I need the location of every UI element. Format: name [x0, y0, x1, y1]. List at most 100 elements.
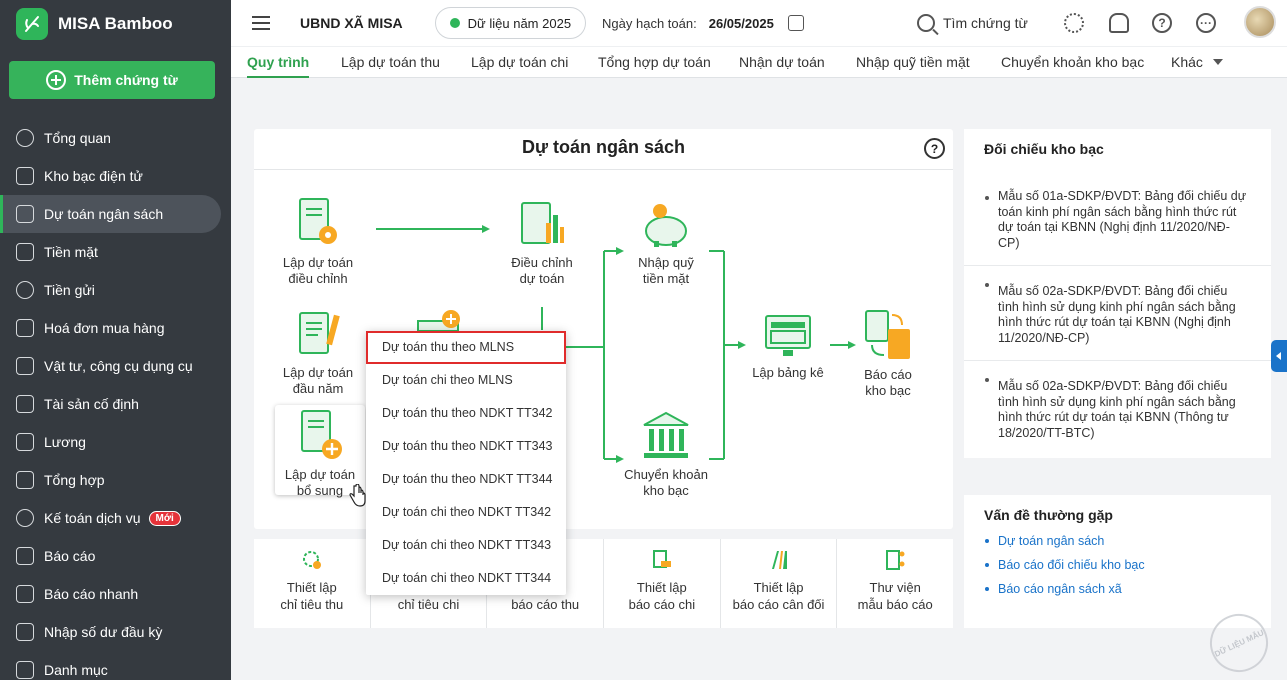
- add-voucher-label: Thêm chứng từ: [74, 72, 178, 88]
- menu-item-revenue-tt344[interactable]: Dự toán thu theo NDKT TT344: [366, 463, 566, 496]
- search-vouchers[interactable]: Tìm chứng từ: [917, 14, 1028, 32]
- invoice-icon: [16, 319, 34, 337]
- sidebar-item-salary[interactable]: Lương: [0, 423, 231, 461]
- sidebar-item-overview[interactable]: Tổng quan: [0, 119, 231, 157]
- node-cash-deposit[interactable]: Nhập quỹ tiền mặt: [626, 201, 706, 287]
- notification-bell-icon[interactable]: [1109, 13, 1129, 33]
- reconcile-item[interactable]: Mẫu số 01a-SDKP/ĐVDT: Bảng đối chiếu dự …: [964, 179, 1271, 265]
- node-label: điều chỉnh: [288, 271, 348, 286]
- document-chart-icon: [521, 202, 564, 244]
- deposit-icon: [16, 281, 34, 299]
- sidebar-item-budget[interactable]: Dự toán ngân sách: [0, 195, 221, 233]
- sidebar-item-fixed-assets[interactable]: Tài sản cố định: [0, 385, 231, 423]
- node-label: Lập dự toán: [282, 365, 354, 380]
- faq-link[interactable]: Dự toán ngân sách: [964, 529, 1271, 553]
- sidebar: MISA Bamboo Thêm chứng từ Tổng quan Kho …: [0, 0, 231, 680]
- node-supplementary-estimate[interactable]: Lập dự toán bổ sung: [275, 405, 365, 498]
- catalog-icon: [16, 661, 34, 679]
- cash-icon: [16, 243, 34, 261]
- report-icon: [16, 547, 34, 565]
- menu-item-expense-tt344[interactable]: Dự toán chi theo NDKT TT344: [366, 562, 566, 595]
- node-adjustment[interactable]: Điều chỉnh dự toán: [502, 199, 582, 287]
- opening-balance-icon: [16, 623, 34, 641]
- faq-link[interactable]: Báo cáo ngân sách xã: [964, 577, 1271, 601]
- reconcile-item[interactable]: Mẫu số 02a-SDKP/ĐVDT: Bảng đối chiếu tìn…: [964, 266, 1271, 360]
- sidebar-item-catalog[interactable]: Danh mục: [0, 651, 231, 680]
- menu-item-expense-tt343[interactable]: Dự toán chi theo NDKT TT343: [366, 529, 566, 562]
- menu-icon[interactable]: [252, 16, 270, 30]
- budget-icon: [16, 205, 34, 223]
- setup-revenue-indicators[interactable]: Thiết lập chỉ tiêu thu: [254, 539, 371, 628]
- spreadsheet-monitor-icon: [765, 315, 811, 356]
- sidebar-item-reports[interactable]: Báo cáo: [0, 537, 231, 575]
- node-adjust-estimate[interactable]: Lập dự toán điều chỉnh: [278, 197, 358, 287]
- posting-date-label: Ngày hạch toán:: [602, 15, 697, 31]
- faq-card: Vấn đề thường gặp Dự toán ngân sách Báo …: [964, 495, 1271, 628]
- faq-link[interactable]: Báo cáo đối chiếu kho bạc: [964, 553, 1271, 577]
- node-label: Nhập quỹ: [638, 255, 694, 270]
- budget-process-panel: Dự toán ngân sách ? Lập dự toán điều chỉ…: [254, 129, 953, 529]
- data-year-label: Dữ liệu năm 2025: [467, 15, 572, 31]
- sidebar-item-supplies[interactable]: Vật tư, công cụ dụng cụ: [0, 347, 231, 385]
- service-icon: [16, 509, 34, 527]
- sidebar-item-service-accounting[interactable]: Kế toán dịch vụ Mới: [0, 499, 231, 537]
- sidebar-item-cash[interactable]: Tiền mặt: [0, 233, 231, 271]
- module-tabs: Quy trình Lập dự toán thu Lập dự toán ch…: [231, 46, 1287, 78]
- sidebar-item-purchase-invoice[interactable]: Hoá đơn mua hàng: [0, 309, 231, 347]
- search-label: Tìm chứng từ: [943, 15, 1028, 31]
- document-gear-icon: [299, 198, 337, 244]
- menu-item-expense-mlns[interactable]: Dự toán chi theo MLNS: [366, 364, 566, 397]
- node-listing[interactable]: Lập bảng kê: [746, 313, 830, 381]
- report-template-library[interactable]: Thư viện mẫu báo cáo: [837, 539, 953, 628]
- node-label: kho bạc: [865, 383, 911, 398]
- node-annual-estimate[interactable]: Lập dự toán đầu năm: [278, 309, 358, 397]
- menu-item-revenue-mlns[interactable]: Dự toán thu theo MLNS: [366, 331, 566, 364]
- user-avatar[interactable]: [1244, 6, 1276, 38]
- menu-item-expense-tt342[interactable]: Dự toán chi theo NDKT TT342: [366, 496, 566, 529]
- settings-gear-icon[interactable]: [1064, 13, 1084, 33]
- brand[interactable]: MISA Bamboo: [0, 0, 231, 48]
- node-label: Điều chỉnh: [511, 255, 573, 270]
- status-dot-icon: [449, 18, 460, 28]
- sidebar-item-quick-reports[interactable]: Báo cáo nhanh: [0, 575, 231, 613]
- tab-treasury-transfer[interactable]: Chuyển khoản kho bạc: [1001, 47, 1144, 78]
- reconcile-item[interactable]: Mẫu số 02a-SDKP/ĐVDT: Bảng đối chiếu tìn…: [964, 361, 1271, 455]
- top-bar: UBND XÃ MISA Dữ liệu năm 2025 Ngày hạch …: [231, 0, 1287, 46]
- menu-item-revenue-tt343[interactable]: Dự toán thu theo NDKT TT343: [366, 430, 566, 463]
- more-options-icon[interactable]: ···: [1196, 13, 1216, 33]
- tab-other[interactable]: Khác: [1171, 47, 1203, 78]
- node-label: dự toán: [519, 271, 565, 286]
- reconcile-title: Đối chiếu kho bạc: [984, 141, 1104, 157]
- node-estimate-partial-icon[interactable]: [414, 309, 464, 331]
- help-icon[interactable]: ?: [1152, 13, 1172, 33]
- sidebar-item-general[interactable]: Tổng hợp: [0, 461, 231, 499]
- tab-revenue-estimate[interactable]: Lập dự toán thu: [341, 47, 440, 78]
- add-voucher-button[interactable]: Thêm chứng từ: [9, 61, 215, 99]
- data-year-selector[interactable]: Dữ liệu năm 2025: [434, 7, 587, 39]
- setup-balance-report[interactable]: Thiết lập báo cáo cân đối: [721, 539, 838, 628]
- node-treasury-transfer[interactable]: Chuyển khoản kho bạc: [620, 411, 712, 499]
- posting-date-value[interactable]: 26/05/2025: [709, 16, 774, 31]
- tab-receive-estimate[interactable]: Nhận dự toán: [739, 47, 825, 78]
- collapse-panel-toggle[interactable]: [1271, 340, 1287, 372]
- tab-process[interactable]: Quy trình: [247, 47, 310, 78]
- node-treasury-report[interactable]: Báo cáo kho bạc: [848, 309, 928, 399]
- sidebar-item-deposit[interactable]: Tiền gửi: [0, 271, 231, 309]
- setup-expense-report[interactable]: Thiết lập báo cáo chi: [604, 539, 721, 628]
- tab-cash-deposit[interactable]: Nhập quỹ tiền mặt: [856, 47, 970, 78]
- ledger-icon: [16, 471, 34, 489]
- salary-icon: [16, 433, 34, 451]
- chevron-down-icon[interactable]: [1213, 59, 1223, 65]
- tools-icon: [16, 357, 34, 375]
- sidebar-item-e-treasury[interactable]: Kho bạc điện tử: [0, 157, 231, 195]
- calendar-icon[interactable]: [787, 15, 804, 31]
- tab-summary-estimate[interactable]: Tổng hợp dự toán: [598, 47, 711, 78]
- node-label: Lập bảng kê: [752, 365, 824, 380]
- piggy-bank-icon: [645, 204, 687, 247]
- quick-report-icon: [16, 585, 34, 603]
- menu-item-revenue-tt342[interactable]: Dự toán thu theo NDKT TT342: [366, 397, 566, 430]
- org-name[interactable]: UBND XÃ MISA: [300, 15, 403, 31]
- sidebar-item-opening-balance[interactable]: Nhập số dư đầu kỳ: [0, 613, 231, 651]
- building-icon: [16, 395, 34, 413]
- tab-expense-estimate[interactable]: Lập dự toán chi: [471, 47, 568, 78]
